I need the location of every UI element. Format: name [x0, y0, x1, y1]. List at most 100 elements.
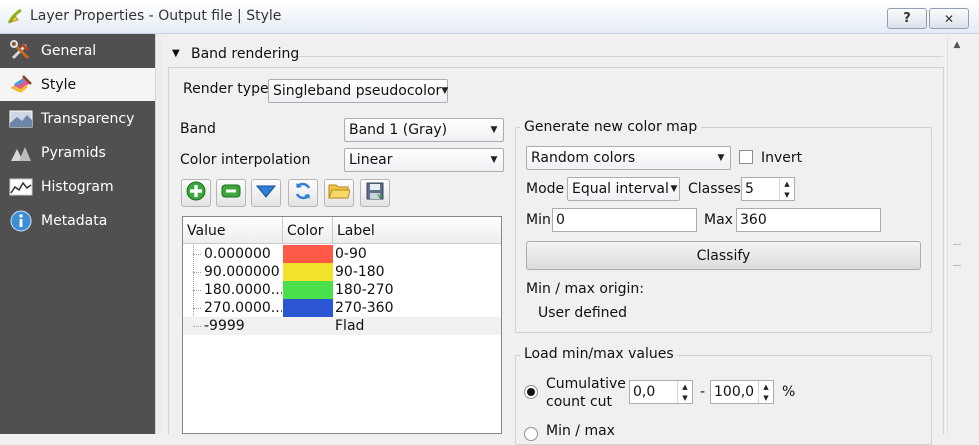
info-icon [8, 210, 34, 232]
sort-icon [255, 182, 277, 204]
range-dash: - [700, 384, 706, 400]
minmax-radio-label: Min / max [546, 423, 615, 439]
mode-combo[interactable]: Equal interval ▼ [567, 177, 680, 201]
column-header-value[interactable]: Value [183, 217, 283, 244]
remove-entry-button[interactable] [216, 179, 246, 207]
add-entry-button[interactable] [181, 179, 211, 207]
scrollbar-grip[interactable] [953, 244, 961, 266]
refresh-icon [293, 181, 313, 205]
table-row[interactable]: 90.000000 90-180 [183, 263, 501, 281]
max-label: Max [704, 212, 733, 228]
sidebar-item-general[interactable]: General [0, 34, 155, 67]
scroll-up-icon[interactable]: ▲ [949, 38, 965, 52]
vertical-scrollbar[interactable] [947, 38, 967, 434]
title-bar: Layer Properties - Output file | Style ?… [0, 0, 979, 34]
tree-branch [193, 290, 201, 291]
mode-value: Equal interval [572, 181, 669, 197]
column-header-label[interactable]: Label [333, 217, 501, 244]
sidebar-item-label: Histogram [41, 178, 114, 195]
radio-selected-dot [527, 388, 535, 396]
row-label: 270-360 [335, 300, 394, 316]
row-value: -9999 [204, 318, 245, 334]
classes-spinbox[interactable]: 5 ▲ ▼ [741, 177, 795, 201]
spin-up-icon[interactable]: ▲ [780, 178, 794, 189]
row-value: 270.0000... [204, 300, 282, 316]
row-color-swatch[interactable] [283, 299, 333, 317]
tree-branch [193, 326, 201, 327]
table-row[interactable]: -9999 Flad [183, 317, 501, 335]
generate-color-map-title: Generate new color map [520, 119, 702, 135]
load-minmax-title: Load min/max values [520, 346, 678, 362]
chevron-down-icon: ▼ [717, 153, 725, 163]
cumulative-max-spinbox[interactable]: 100,0 ▲ ▼ [710, 380, 774, 404]
chevron-down-icon: ▼ [490, 155, 498, 165]
row-label: 90-180 [335, 264, 385, 280]
close-button[interactable]: ✕ [929, 8, 969, 29]
tree-branch [193, 308, 201, 309]
cumulative-min-spinbox[interactable]: 0,0 ▲ ▼ [629, 380, 693, 404]
row-value: 0.000000 [204, 246, 271, 262]
sidebar-item-metadata[interactable]: Metadata [0, 204, 155, 237]
spin-arrows: ▲ ▼ [758, 381, 773, 403]
sidebar-item-transparency[interactable]: Transparency [0, 102, 155, 135]
spin-up-icon[interactable]: ▲ [759, 381, 773, 392]
chevron-down-icon: ▼ [670, 184, 678, 194]
row-color-swatch[interactable] [283, 263, 333, 281]
color-ramp-combo[interactable]: Random colors ▼ [526, 146, 731, 170]
histogram-icon [8, 176, 34, 198]
row-color-swatch[interactable] [283, 245, 333, 263]
render-type-value: Singleband pseudocolor [273, 83, 442, 99]
color-interpolation-value: Linear [349, 152, 393, 168]
classes-value: 5 [745, 181, 754, 197]
color-map-table[interactable]: Value Color Label 0.000000 0-90 90.00000… [182, 216, 502, 434]
load-color-map-button[interactable] [324, 179, 354, 207]
classes-label: Classes [688, 181, 741, 197]
collapse-arrow-icon[interactable]: ▼ [172, 48, 180, 59]
min-input[interactable]: 0 [552, 208, 697, 232]
invert-checkbox[interactable] [739, 150, 753, 164]
spin-down-icon[interactable]: ▼ [780, 189, 794, 200]
spin-down-icon[interactable]: ▼ [678, 392, 692, 403]
cumulative-count-cut-radio[interactable] [524, 385, 538, 399]
minmax-radio[interactable] [524, 427, 538, 441]
table-row[interactable]: 0.000000 0-90 [183, 245, 501, 263]
table-row[interactable]: 180.0000... 180-270 [183, 281, 501, 299]
row-color-swatch[interactable] [283, 281, 333, 299]
spin-up-icon[interactable]: ▲ [678, 381, 692, 392]
cumulative-max-value: 100,0 [714, 384, 755, 400]
open-folder-icon [328, 182, 351, 204]
tree-branch [193, 272, 201, 273]
table-header: Value Color Label [183, 217, 501, 244]
spin-arrows: ▲ ▼ [779, 178, 794, 200]
sort-entries-button[interactable] [251, 179, 281, 207]
percent-label: % [782, 384, 796, 400]
band-value: Band 1 (Gray) [349, 122, 448, 138]
band-combo[interactable]: Band 1 (Gray) ▼ [344, 118, 504, 142]
export-color-map-button[interactable] [360, 179, 390, 207]
tools-icon [8, 39, 34, 62]
spin-arrows: ▲ ▼ [677, 381, 692, 403]
sidebar-item-histogram[interactable]: Histogram [0, 170, 155, 203]
row-label: Flad [335, 318, 365, 334]
render-type-combo[interactable]: Singleband pseudocolor ▼ [268, 79, 448, 103]
row-label: 180-270 [335, 282, 394, 298]
classify-button[interactable]: Classify [526, 241, 921, 270]
color-interpolation-combo[interactable]: Linear ▼ [344, 148, 504, 172]
add-icon [186, 181, 206, 205]
row-color-swatch[interactable] [283, 317, 333, 335]
min-label: Min [526, 212, 551, 228]
max-input[interactable]: 360 [736, 208, 881, 232]
row-label: 0-90 [335, 246, 367, 262]
sidebar-item-pyramids[interactable]: Pyramids [0, 136, 155, 169]
help-button[interactable]: ? [887, 8, 927, 29]
cumulative-label-line-1: Cumulative [546, 376, 626, 392]
sidebar-item-style[interactable]: Style [0, 68, 155, 101]
spin-down-icon[interactable]: ▼ [759, 392, 773, 403]
chevron-down-icon: ▼ [490, 125, 498, 135]
minmax-origin-value: User defined [538, 305, 628, 321]
table-row[interactable]: 270.0000... 270-360 [183, 299, 501, 317]
column-header-color[interactable]: Color [283, 217, 333, 244]
reload-entries-button[interactable] [288, 179, 318, 207]
sidebar-item-label: Style [41, 76, 77, 93]
cumulative-min-value: 0,0 [633, 384, 656, 400]
